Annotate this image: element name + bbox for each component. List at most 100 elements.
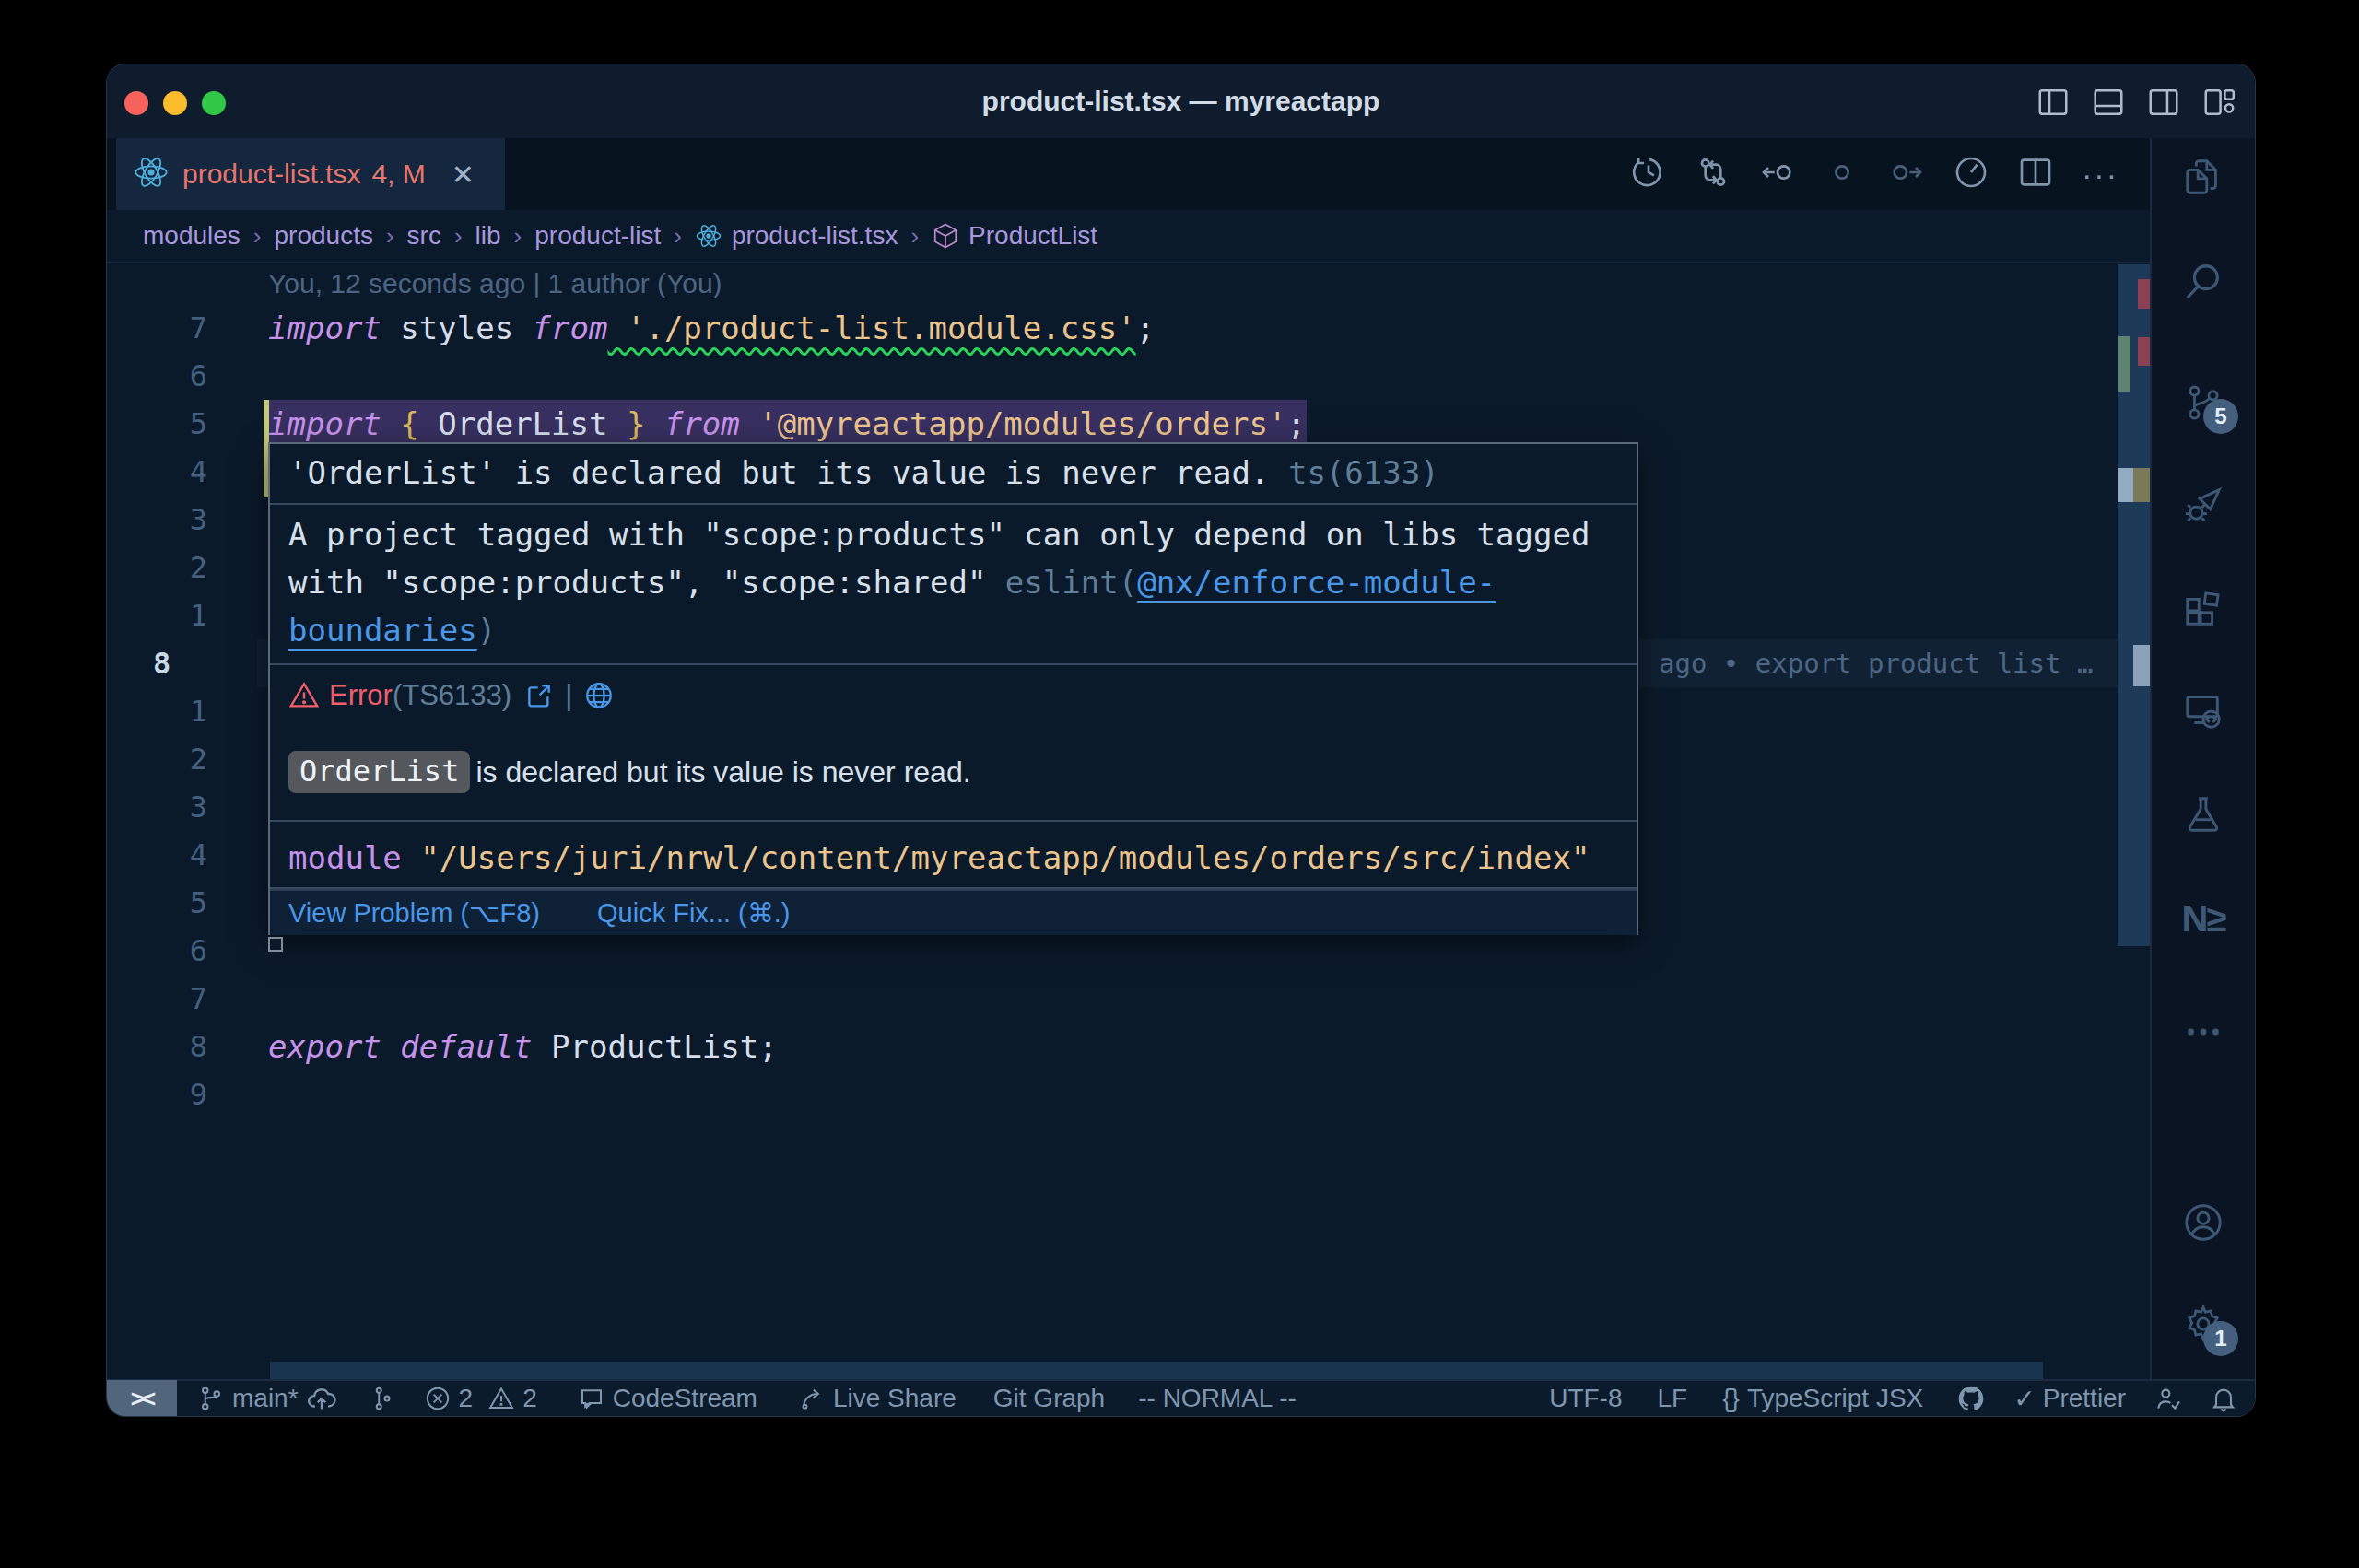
breadcrumb-item[interactable]: modules — [143, 221, 241, 251]
gitlens-status[interactable] — [369, 1385, 396, 1412]
divider — [270, 820, 1637, 822]
chevron-right-icon: › — [514, 222, 522, 251]
change-circle-icon[interactable] — [1824, 154, 1860, 194]
encoding-status[interactable]: UTF-8 — [1549, 1384, 1622, 1413]
divider — [270, 503, 1637, 505]
testing-flask-icon[interactable] — [2182, 793, 2224, 836]
hover-eslint-message: boundaries) — [288, 606, 496, 654]
blame-annotation: You, 12 seconds ago | 1 author (You) — [268, 263, 722, 304]
breadcrumb-item[interactable]: src — [407, 221, 441, 251]
next-change-icon[interactable] — [1888, 154, 1925, 194]
line-number: 1 — [107, 687, 207, 735]
previous-change-icon[interactable] — [1759, 154, 1796, 194]
code-line-import-styles: import styles from './product-list.modul… — [268, 304, 1155, 352]
line-number: 9 — [107, 1071, 207, 1118]
chevron-right-icon: › — [253, 222, 262, 251]
react-icon — [133, 154, 170, 194]
remote-indicator[interactable]: >< — [107, 1380, 177, 1416]
panel-left-icon[interactable] — [2036, 85, 2071, 120]
git-compare-icon[interactable] — [1695, 154, 1731, 194]
run-debug-icon[interactable] — [2182, 485, 2224, 527]
hover-message: 'OrderList' is declared but its value is… — [270, 444, 1637, 503]
eol-status[interactable]: LF — [1657, 1384, 1687, 1413]
split-editor-icon[interactable] — [2017, 154, 2054, 194]
vscode-window: product-list.tsx — myreactapp product-li… — [107, 64, 2255, 1416]
titlebar: product-list.tsx — myreactapp — [107, 64, 2255, 138]
breadcrumb-symbol[interactable]: ProductList — [968, 221, 1097, 251]
settings-badge: 1 — [2203, 1321, 2238, 1356]
breadcrumb-item[interactable]: lib — [475, 221, 501, 251]
line-number: 6 — [107, 927, 207, 975]
editor[interactable]: You, 12 seconds ago | 1 author (You) 7 6… — [107, 263, 2150, 1379]
eslint-rule-link[interactable]: @nx/enforce-module- — [1137, 564, 1496, 601]
line-number: 3 — [107, 496, 207, 544]
prettier-status[interactable]: ✓Prettier — [2013, 1384, 2126, 1414]
more-actions-icon[interactable]: ··· — [2082, 157, 2118, 193]
file-blame-icon[interactable] — [1953, 154, 1989, 194]
globe-icon[interactable] — [583, 680, 615, 711]
line-number: 5 — [107, 400, 207, 448]
hover-resize-grip[interactable] — [268, 937, 283, 952]
problems-status[interactable]: 2 2 — [424, 1384, 537, 1413]
layout-grid-icon[interactable] — [2201, 85, 2236, 120]
remote-explorer-icon[interactable] — [2182, 690, 2224, 732]
breadcrumb-item[interactable]: product-list — [534, 221, 661, 251]
codestream-icon — [578, 1385, 605, 1412]
line-number: 8 — [107, 1023, 207, 1071]
breadcrumb-file[interactable]: product-list.tsx — [732, 221, 898, 251]
tab-bar: product-list.tsx 4, M ✕ ··· — [107, 138, 2150, 210]
codestream-status[interactable]: CodeStream — [578, 1384, 757, 1413]
overview-error-mark — [2138, 279, 2150, 309]
vim-mode-status: -- NORMAL -- — [1138, 1384, 1297, 1413]
overview-cursor-mark — [2133, 645, 2150, 686]
chevron-right-icon: › — [910, 222, 919, 251]
hover-error-detail: OrderList is declared but its value is n… — [288, 746, 971, 798]
branch-status[interactable]: main* — [197, 1383, 337, 1414]
live-share-status[interactable]: Live Share — [798, 1384, 957, 1413]
commit-graph-icon — [369, 1385, 396, 1412]
source-control-badge: 5 — [2203, 399, 2238, 434]
hover-eslint-message: with "scope:products", "scope:shared" es… — [288, 558, 1496, 606]
chevron-right-icon: › — [386, 222, 394, 251]
line-number: 6 — [107, 352, 207, 400]
tab-label: product-list.tsx — [182, 158, 360, 190]
line-number: 4 — [107, 831, 207, 879]
warning-triangle-icon — [288, 680, 320, 711]
horizontal-scrollbar[interactable] — [270, 1362, 2043, 1379]
language-status[interactable]: {}TypeScript JSX — [1722, 1384, 1923, 1413]
overview-modified-mark — [2118, 468, 2133, 502]
line-number: 5 — [107, 879, 207, 927]
feedback-icon[interactable] — [2154, 1384, 2183, 1413]
timeline-icon[interactable] — [1630, 154, 1667, 194]
breadcrumb-item[interactable]: products — [275, 221, 373, 251]
explorer-icon[interactable] — [2182, 156, 2224, 198]
quick-fix-link[interactable]: Quick Fix... (⌘.) — [597, 898, 790, 928]
notifications-bell-icon[interactable] — [2209, 1384, 2238, 1413]
error-circle-icon — [424, 1385, 452, 1412]
account-icon[interactable] — [2182, 1201, 2224, 1244]
error-code: (TS6133) — [393, 679, 511, 712]
github-status[interactable] — [1956, 1384, 1986, 1413]
tab-close-icon[interactable]: ✕ — [452, 158, 475, 191]
cloud-upload-icon — [306, 1383, 337, 1414]
overview-added-mark — [2118, 336, 2130, 392]
status-bar: >< main* 2 2 CodeStream Live Share — [107, 1379, 2255, 1416]
line-number: 4 — [107, 448, 207, 496]
extensions-icon[interactable] — [2182, 587, 2224, 629]
react-icon — [695, 222, 722, 250]
hover-eslint-message: A project tagged with "scope:products" c… — [288, 510, 1590, 558]
tab-product-list[interactable]: product-list.tsx 4, M ✕ — [116, 138, 505, 210]
panel-bottom-icon[interactable] — [2091, 85, 2126, 120]
search-icon[interactable] — [2182, 261, 2224, 303]
eslint-rule-link[interactable]: boundaries — [288, 612, 477, 649]
open-external-icon[interactable] — [524, 681, 554, 710]
view-problem-link[interactable]: View Problem (⌥F8) — [288, 898, 540, 928]
inline-blame-annotation: ago • export product list … — [1659, 639, 2093, 687]
panel-right-icon[interactable] — [2146, 85, 2181, 120]
line-number: 7 — [107, 304, 207, 352]
code-line-import-orderlist: import { OrderList } from '@myreactapp/m… — [268, 400, 1306, 448]
git-graph-status[interactable]: Git Graph — [993, 1384, 1105, 1413]
more-views-icon[interactable] — [2182, 1011, 2224, 1053]
nx-console-icon[interactable]: N≥ — [2182, 896, 2225, 941]
titlebar-layout-icons — [2036, 85, 2236, 120]
